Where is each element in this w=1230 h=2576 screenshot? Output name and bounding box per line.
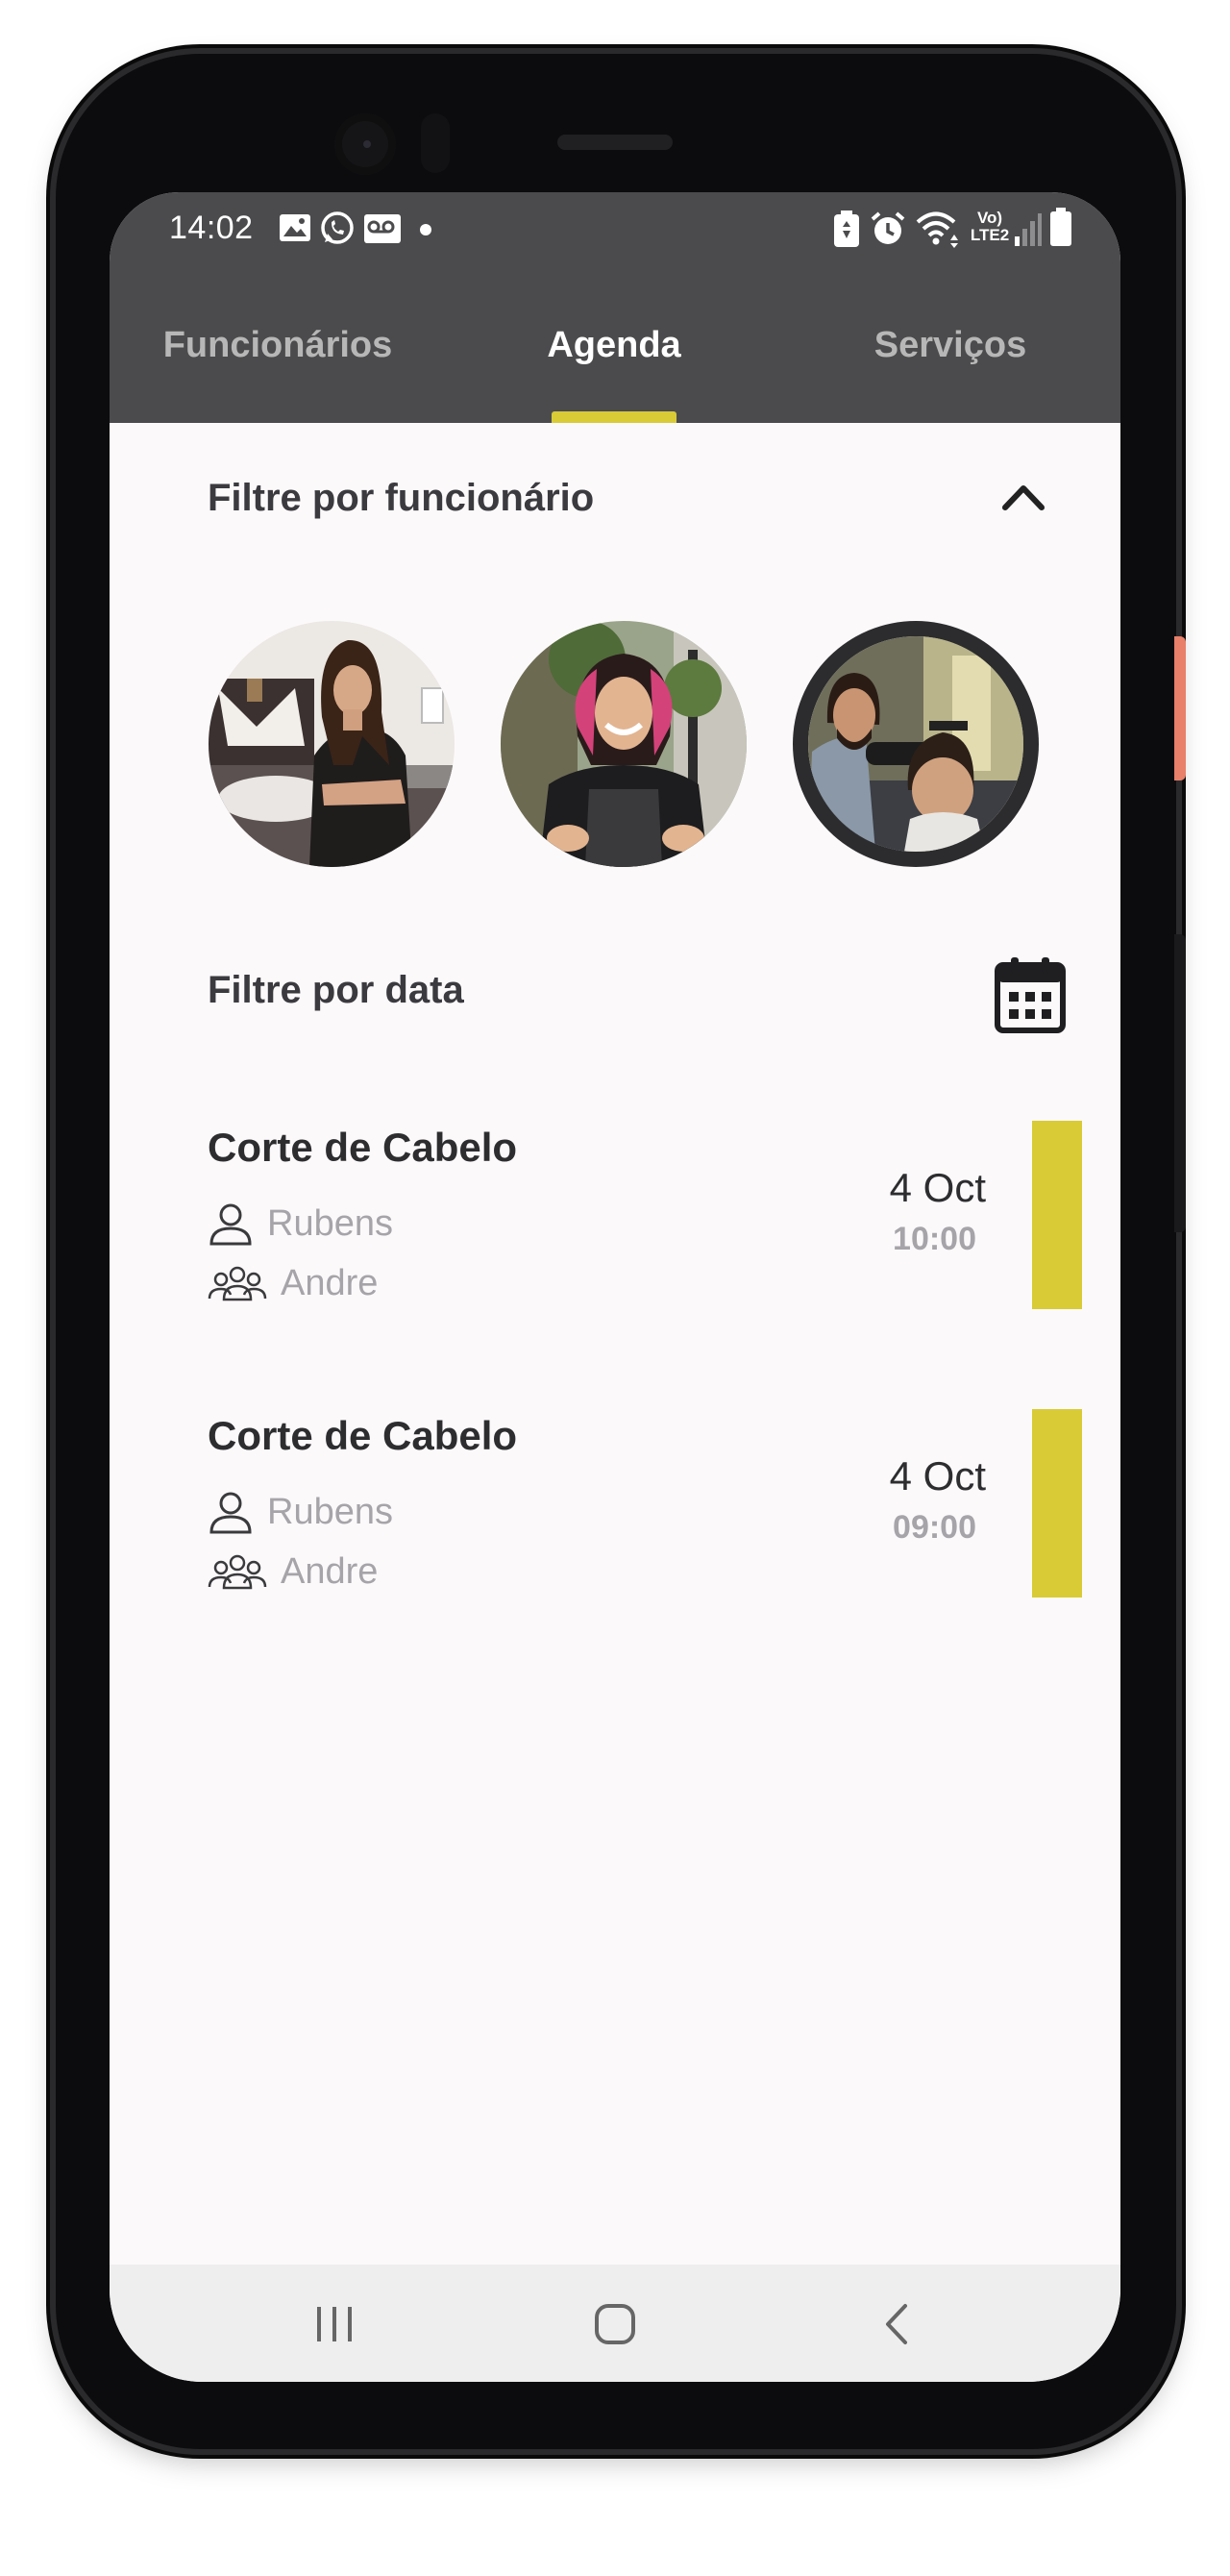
signal-icon — [1015, 213, 1042, 246]
person-icon — [209, 1492, 252, 1534]
whatsapp-icon — [321, 211, 354, 244]
appointment-client: Rubens — [267, 1202, 393, 1244]
appointment-client-row: Rubens — [208, 1200, 393, 1248]
home-icon — [595, 2304, 635, 2344]
voicemail-icon — [364, 214, 401, 243]
network-type-label: Vo) LTE2 — [969, 210, 1011, 244]
back-icon — [886, 2304, 907, 2344]
notification-dot-icon — [420, 224, 431, 235]
app-header: 14:02 Vo) LTE2 Funcionários Agenda Servi… — [110, 192, 1120, 423]
appointment-service: Corte de Cabelo — [208, 1413, 518, 1458]
appointment-employee: Andre — [281, 1550, 379, 1592]
appointment-status-bar — [1032, 1121, 1082, 1309]
status-time: 14:02 — [169, 210, 254, 246]
tab-agenda[interactable]: Agenda — [475, 288, 753, 423]
chevron-up-icon[interactable] — [999, 477, 1047, 515]
appointment-status-bar — [1032, 1409, 1082, 1598]
employee-avatar-1[interactable] — [209, 621, 455, 867]
employee-filter-title: Filtre por funcionário — [208, 477, 595, 519]
employee-avatar-3[interactable] — [808, 636, 1023, 852]
proximity-sensor — [421, 113, 450, 173]
person-icon — [209, 1203, 252, 1246]
gallery-icon — [280, 214, 310, 241]
tab-servicos[interactable]: Serviços — [811, 288, 1090, 423]
employee-photo-3 — [808, 636, 1023, 852]
side-button-power — [1174, 636, 1186, 780]
appointment-day: 4 Oct — [889, 1453, 986, 1499]
employee-photo-1 — [209, 621, 455, 867]
appointment-employee: Andre — [281, 1262, 379, 1303]
appointment-service: Corte de Cabelo — [208, 1125, 518, 1170]
group-icon — [208, 1266, 267, 1301]
appointment-client: Rubens — [267, 1491, 393, 1532]
back-button[interactable] — [859, 2286, 936, 2363]
appointment-employee-row: Andre — [208, 1548, 378, 1596]
appointment-card-2[interactable]: Corte de Cabelo Rubens Andre 4 Oct 09:00 — [208, 1409, 1082, 1598]
group-icon — [208, 1554, 267, 1590]
recent-apps-button[interactable] — [296, 2286, 373, 2363]
appointment-time: 09:00 — [893, 1509, 976, 1546]
employee-avatar-2[interactable] — [501, 621, 747, 867]
recent-apps-icon — [317, 2307, 352, 2341]
wifi-icon — [916, 211, 958, 248]
home-button[interactable] — [577, 2286, 653, 2363]
status-bar: 14:02 Vo) LTE2 — [110, 192, 1120, 269]
date-filter-title: Filtre por data — [208, 969, 464, 1011]
appointment-day: 4 Oct — [889, 1165, 986, 1210]
system-nav-bar — [110, 2265, 1120, 2382]
employee-photo-2 — [501, 621, 747, 867]
appointment-time: 10:00 — [893, 1221, 976, 1257]
earpiece-speaker — [557, 135, 673, 150]
appointment-card-1[interactable]: Corte de Cabelo Rubens Andre 4 Oct 10:00 — [208, 1121, 1082, 1309]
app-screen: 14:02 Vo) LTE2 Funcionários Agenda Servi… — [110, 192, 1120, 2382]
active-tab-indicator — [552, 411, 676, 423]
calendar-icon[interactable] — [994, 955, 1067, 1034]
network-label-top: Vo) — [976, 209, 1003, 227]
network-label-bottom: LTE2 — [970, 226, 1010, 244]
alarm-icon — [871, 211, 905, 244]
tab-funcionarios[interactable]: Funcionários — [138, 288, 417, 423]
appointment-client-row: Rubens — [208, 1488, 393, 1536]
tab-bar: Funcionários Agenda Serviços — [110, 288, 1120, 423]
battery-saver-icon — [834, 211, 859, 247]
side-button-volume — [1174, 934, 1186, 1232]
camera-lens — [363, 140, 371, 148]
appointment-employee-row: Andre — [208, 1259, 378, 1307]
battery-icon — [1050, 208, 1071, 246]
